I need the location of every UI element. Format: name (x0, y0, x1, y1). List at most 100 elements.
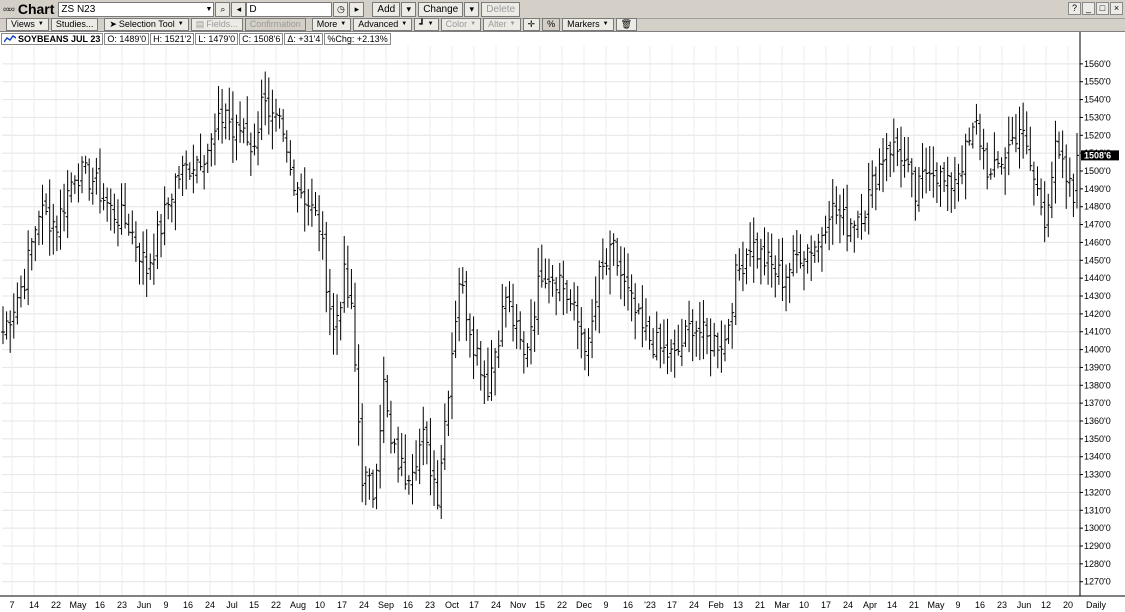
ohlc-bar (647, 316, 652, 350)
views-button[interactable]: Views ▼ (6, 18, 49, 31)
ohlc-bar (960, 145, 965, 185)
ohlc-bar (532, 301, 537, 352)
x-tick-label: 16 (975, 600, 985, 610)
y-tick-label: 1300'0 (1084, 523, 1111, 533)
studies-button[interactable]: Studies... (50, 18, 99, 31)
add-dropdown-icon[interactable]: ▾ (401, 1, 417, 17)
selection-tool-button[interactable]: ➤ Selection Tool ▼ (104, 18, 189, 31)
y-tick-label: 1430'0 (1084, 291, 1111, 301)
minimize-icon[interactable]: _ (1082, 2, 1095, 15)
chevron-down-icon[interactable]: ▼ (205, 3, 212, 16)
ohlc-bar (1010, 116, 1015, 145)
confirmation-button[interactable]: Confirmation (244, 18, 306, 31)
ohlc-bar (435, 460, 440, 510)
ohlc-bar (546, 258, 551, 304)
ohlc-bar (15, 282, 20, 325)
ohlc-bar (593, 276, 598, 331)
ohlc-bar (26, 230, 31, 306)
low-value: L: 1479'0 (195, 33, 239, 45)
clock-icon[interactable]: ◷ (333, 1, 349, 17)
ohlc-bar (1006, 116, 1011, 176)
ohlc-bar (133, 221, 138, 262)
ohlc-bar (575, 285, 580, 350)
ohlc-bar (665, 318, 670, 375)
ohlc-bar (1, 306, 5, 345)
ohlc-bar (457, 267, 462, 342)
change-dropdown-icon[interactable]: ▾ (464, 1, 480, 17)
ohlc-bar (406, 475, 411, 495)
x-tick-label: 20 (1063, 600, 1073, 610)
ohlc-bar (766, 232, 771, 285)
ohlc-bar (288, 140, 293, 176)
help-icon[interactable]: ? (1068, 2, 1081, 15)
x-tick-label: 17 (667, 600, 677, 610)
ohlc-bar (230, 91, 235, 163)
ohlc-bar (112, 193, 117, 234)
y-tick-label: 1460'0 (1084, 237, 1111, 247)
ohlc-bar (180, 155, 185, 196)
pct-change-value: %Chg: +2.13% (324, 33, 391, 45)
symbol-input[interactable]: ZS N23 ▼ (58, 1, 215, 17)
ohlc-bar (837, 194, 842, 244)
chevron-down-icon: ▼ (340, 21, 347, 27)
window-titlebar: ∞∞ Chart ZS N23 ▼ ⌕ ◂ D ◷ ▸ Add ▾ Change… (0, 0, 1125, 19)
chevron-right-icon[interactable]: ▸ (349, 1, 365, 17)
x-tick-label: 16 (183, 600, 193, 610)
crosshair-icon[interactable]: ✛ (522, 18, 541, 31)
ohlc-bar (604, 248, 609, 276)
interval-input[interactable]: D (246, 1, 333, 17)
alter-button[interactable]: Alter ▼ (483, 18, 521, 31)
draw-tool-button[interactable]: ┛ ▼ (414, 18, 439, 31)
add-button[interactable]: Add (372, 1, 401, 17)
ohlc-bar (683, 319, 688, 348)
ohlc-bar (881, 137, 886, 193)
percent-button[interactable]: % (542, 18, 561, 31)
ohlc-bar (1017, 106, 1022, 169)
ohlc-bar (963, 133, 968, 200)
ohlc-bar (794, 230, 799, 274)
ohlc-bar (238, 101, 243, 143)
trash-icon[interactable]: 🗑 (615, 18, 638, 31)
chart-area[interactable]: 1270'0 1280'0 1290'0 1300'0 1310'0 1320'0 1330… (0, 31, 1125, 612)
price-chart[interactable]: 1270'0 1280'0 1290'0 1300'0 1310'0 1320'0 1330… (0, 32, 1125, 612)
x-tick-label: Nov (510, 600, 527, 610)
ohlc-bar (945, 156, 950, 212)
ohlc-bar (1049, 161, 1054, 219)
y-tick-label: 1380'0 (1084, 380, 1111, 390)
maximize-icon[interactable]: □ (1096, 2, 1109, 15)
fields-button[interactable]: ▤ Fields... (190, 18, 243, 31)
ohlc-bar (392, 438, 397, 454)
ohlc-bar (952, 156, 957, 210)
ohlc-bar (40, 184, 45, 245)
ohlc-bar (87, 158, 92, 201)
y-tick-label: 1340'0 (1084, 452, 1111, 462)
advanced-button[interactable]: Advanced ▼ (353, 18, 413, 31)
ohlc-bar (281, 109, 286, 142)
ohlc-bar (299, 173, 304, 199)
delete-button[interactable]: Delete (481, 1, 521, 17)
x-tick-label: 16 (623, 600, 633, 610)
ohlc-bar (722, 324, 727, 362)
y-tick-label: 1320'0 (1084, 487, 1111, 497)
line-chart-icon (4, 35, 16, 43)
ohlc-bar (633, 283, 638, 340)
more-button[interactable]: More ▼ (311, 18, 352, 31)
x-tick-label: 22 (51, 600, 61, 610)
x-tick-label: 10 (799, 600, 809, 610)
ohlc-bar (18, 275, 23, 308)
chevron-left-icon[interactable]: ◂ (231, 1, 247, 17)
change-button[interactable]: Change (418, 1, 464, 17)
x-tick-label: 12 (1041, 600, 1051, 610)
chart-header: SOYBEANS JUL 23 O: 1489'0 H: 1521'2 L: 1… (1, 33, 392, 45)
x-tick-label: Sep (378, 600, 394, 610)
search-icon[interactable]: ⌕ (215, 1, 231, 17)
ohlc-bar (608, 230, 613, 295)
ohlc-bar (956, 163, 961, 202)
markers-button[interactable]: Markers ▼ (562, 18, 614, 31)
ohlc-bar (816, 233, 821, 263)
ohlc-bar (600, 238, 605, 280)
x-tick-label: 9 (603, 600, 608, 610)
close-icon[interactable]: × (1110, 2, 1123, 15)
link-chain-icon[interactable]: ∞∞ (3, 4, 15, 14)
color-button[interactable]: Color ▼ (440, 18, 482, 31)
